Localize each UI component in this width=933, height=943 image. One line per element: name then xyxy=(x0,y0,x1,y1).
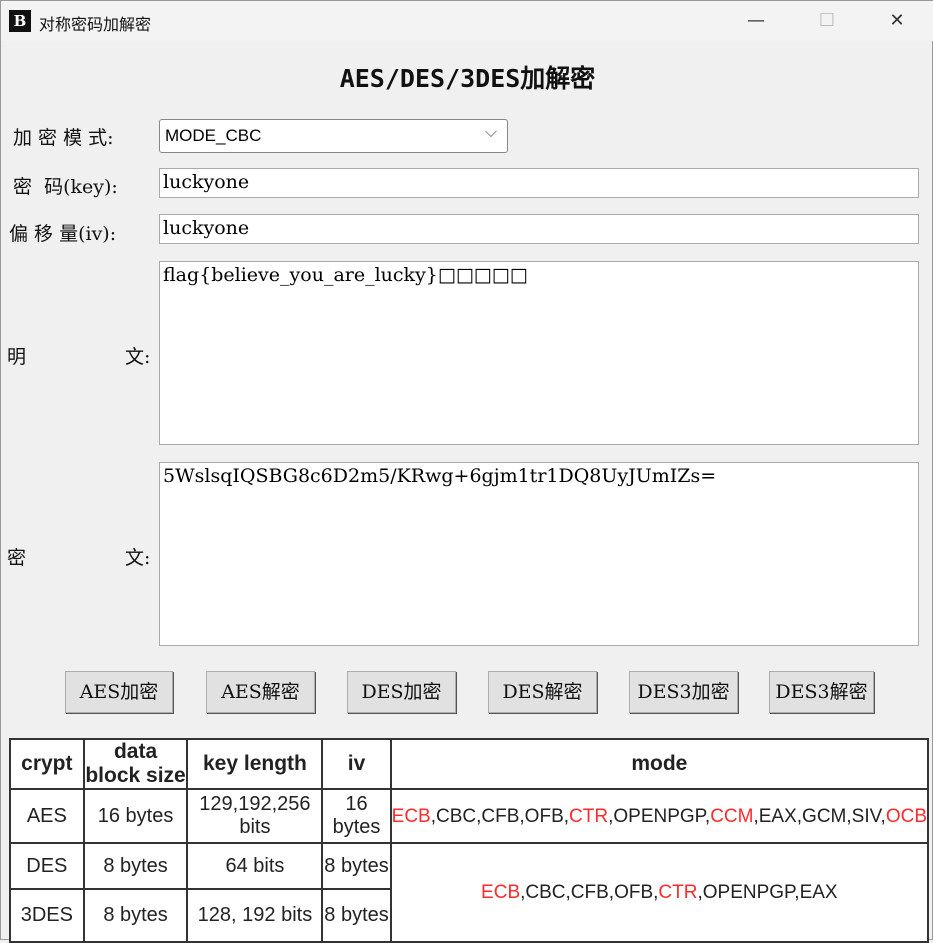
cell: 16 bytes xyxy=(82,788,189,844)
cipher-info-table: crypt data block size key length iv mode… xyxy=(9,738,930,943)
cell: 128, 192 bits xyxy=(186,888,324,943)
plaintext-label: 明 xyxy=(7,346,27,368)
minimize-button[interactable]: — xyxy=(733,5,779,37)
mode-text: ,CBC,CFB,OFB, xyxy=(430,805,570,827)
des-decrypt-button[interactable]: DES解密 xyxy=(488,671,597,713)
des-mode-cell: ECB,CBC,CFB,OFB,CTR,OPENPGP,EAX xyxy=(389,842,930,943)
title-bar: B 对称密码加解密 — ☐ ✕ xyxy=(1,1,933,41)
iv-label: 偏 移 量(iv): xyxy=(9,223,117,245)
page-title: AES/DES/3DES加解密 xyxy=(339,64,596,93)
app-icon: B xyxy=(9,10,31,32)
header-mode: mode xyxy=(389,738,930,790)
mode-text: ,EAX,GCM,SIV, xyxy=(753,805,886,827)
highlighted-mode: ECB xyxy=(481,881,521,903)
close-button[interactable]: ✕ xyxy=(874,5,920,37)
cell: 16 bytes xyxy=(321,788,392,844)
header-iv: iv xyxy=(321,738,392,790)
highlighted-mode: CCM xyxy=(710,805,754,827)
key-label: 密 码(key): xyxy=(13,176,118,198)
mode-text: ,CBC,CFB,OFB, xyxy=(520,881,659,903)
cell: 8 bytes xyxy=(321,888,392,943)
aes-mode-cell: ECB,CBC,CFB,OFB,CTR,OPENPGP,CCM,EAX,GCM,… xyxy=(389,788,930,844)
table-row: DES 8 bytes 64 bits 8 bytes ECB,CBC,CFB,… xyxy=(9,842,930,943)
des-encrypt-button[interactable]: DES加密 xyxy=(347,671,456,713)
des3-encrypt-button[interactable]: DES3加密 xyxy=(629,671,738,713)
cell: DES xyxy=(9,842,85,890)
cell: 129,192,256 bits xyxy=(186,788,324,844)
mode-text: ,OPENPGP,EAX xyxy=(697,881,838,903)
cell: 8 bytes xyxy=(321,842,392,890)
ciphertext-label-suffix: 文: xyxy=(125,547,151,569)
chevron-down-icon: ⌵ xyxy=(484,124,497,141)
header-key-length: key length xyxy=(186,738,324,790)
highlighted-mode: CTR xyxy=(569,805,609,827)
plaintext-textarea[interactable]: flag{believe_you_are_lucky}□□□□□ xyxy=(159,261,919,445)
table-row: AES 16 bytes 129,192,256 bits 16 bytes E… xyxy=(9,788,930,844)
mode-text: ,OPENPGP, xyxy=(608,805,711,827)
cell: AES xyxy=(9,788,85,844)
cell: 8 bytes xyxy=(82,842,189,890)
cell: 3DES xyxy=(9,888,85,943)
ciphertext-label: 密 xyxy=(7,547,27,569)
highlighted-mode: CTR xyxy=(658,881,698,903)
cell: 64 bits xyxy=(186,842,324,890)
highlighted-mode: ECB xyxy=(391,805,431,827)
cell: 8 bytes xyxy=(82,888,189,943)
mode-label: 加 密 模 式: xyxy=(13,127,114,149)
mode-value: MODE_CBC xyxy=(165,126,262,145)
aes-encrypt-button[interactable]: AES加密 xyxy=(65,671,173,713)
mode-select[interactable]: MODE_CBC ⌵ xyxy=(159,119,508,153)
ciphertext-textarea[interactable]: 5WslsqIQSBG8c6D2m5/KRwg+6gjm1tr1DQ8UyJUm… xyxy=(159,462,919,646)
header-block-size: data block size xyxy=(82,738,189,790)
window-title: 对称密码加解密 xyxy=(39,15,152,34)
des3-decrypt-button[interactable]: DES3解密 xyxy=(769,671,874,713)
aes-decrypt-button[interactable]: AES解密 xyxy=(206,671,315,713)
iv-input[interactable]: luckyone xyxy=(159,214,919,244)
plaintext-label-suffix: 文: xyxy=(125,346,151,368)
maximize-button[interactable]: ☐ xyxy=(804,5,850,37)
highlighted-mode: OCB xyxy=(885,805,927,827)
table-header-row: crypt data block size key length iv mode xyxy=(9,738,930,790)
header-crypt: crypt xyxy=(9,738,85,790)
key-input[interactable]: luckyone xyxy=(159,168,919,198)
